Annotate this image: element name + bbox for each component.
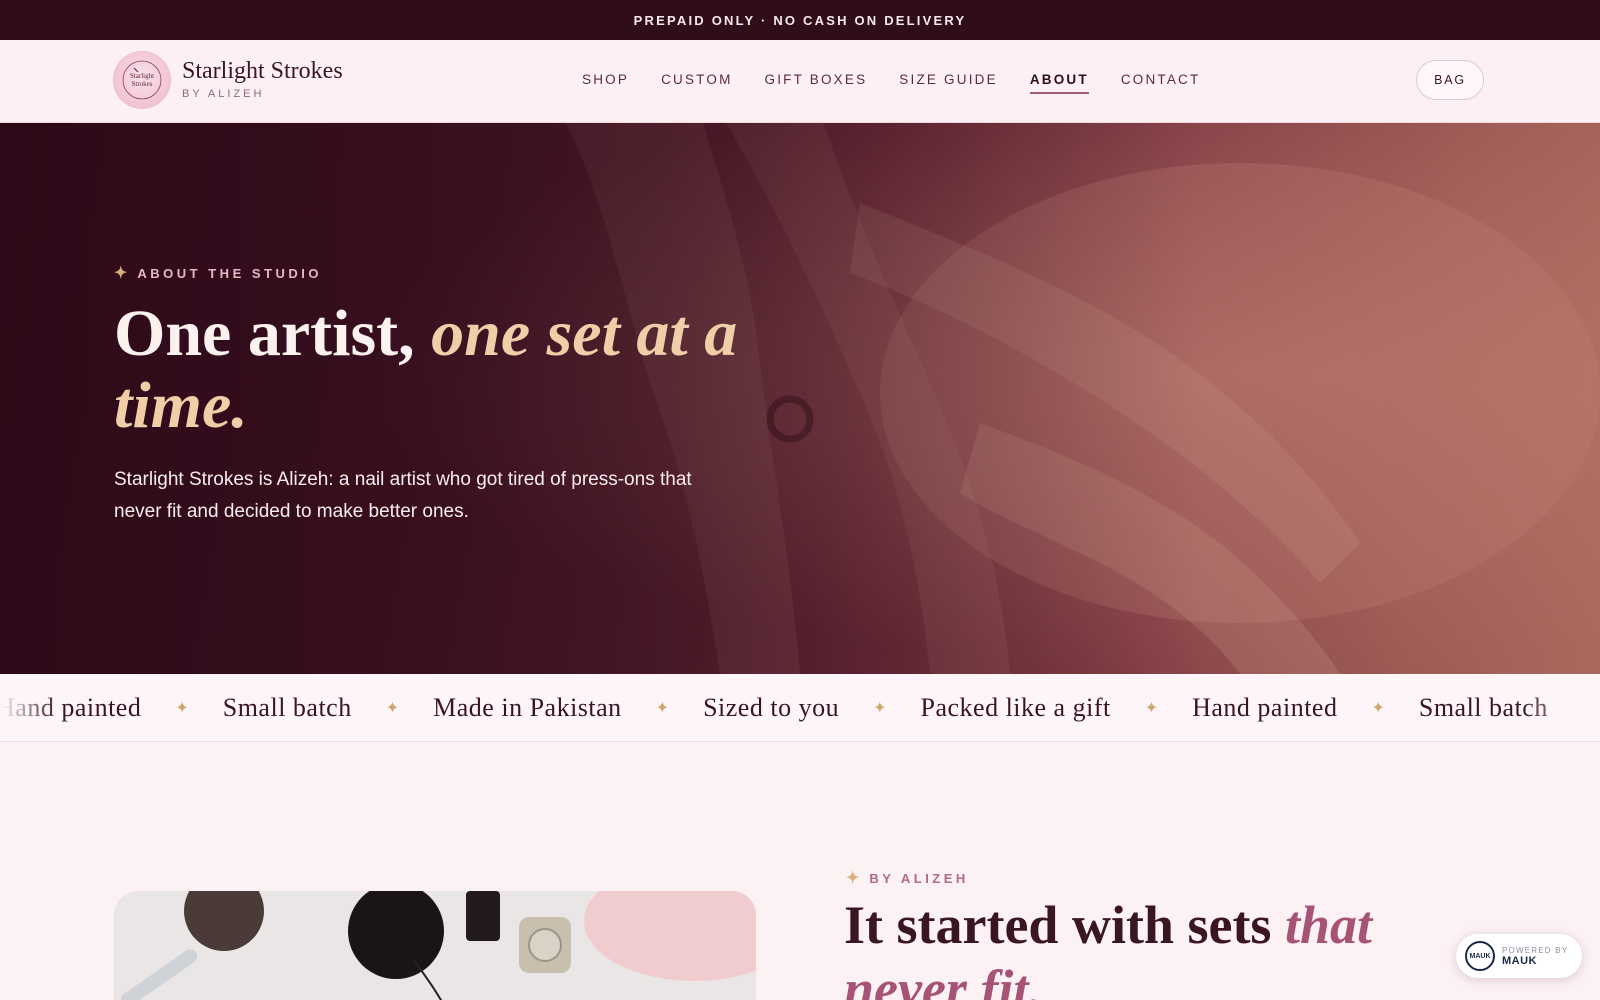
story-eyebrow: ✦ BY ALIZEH [846, 868, 969, 888]
sparkle-icon: ✦ [114, 265, 128, 282]
hero-title-plain: One artist, [114, 297, 432, 370]
marquee-item: Hand painted [1192, 693, 1338, 722]
marquee-item: Made in Pakistan [433, 693, 622, 722]
svg-text:Starlight: Starlight [130, 72, 154, 80]
nav-about[interactable]: ABOUT [1029, 72, 1089, 94]
nav-contact[interactable]: CONTACT [1121, 72, 1201, 94]
nav-custom[interactable]: CUSTOM [661, 72, 732, 94]
story-eyebrow-text: BY ALIZEH [869, 870, 969, 886]
powered-by-badge[interactable]: MAUK POWERED BY MAUK [1456, 934, 1582, 978]
nav-shop[interactable]: SHOP [582, 72, 629, 94]
hero-eyebrow: ✦ ABOUT THE STUDIO [114, 263, 322, 283]
marquee-item: Small batch [222, 693, 352, 722]
story-title-plain: It started with sets [844, 895, 1285, 955]
nav-gift-boxes[interactable]: GIFT BOXES [765, 72, 868, 94]
hero-description: Starlight Strokes is Alizeh: a nail arti… [114, 469, 692, 522]
sparkle-icon: ✦ [846, 870, 860, 887]
sparkle-icon: ✦ [873, 700, 887, 717]
powered-by-label: POWERED BY [1502, 945, 1569, 955]
marquee-track: Hand painted ✦ Small batch ✦ Made in Pak… [0, 674, 1548, 741]
marquee-item: Sized to you [703, 693, 840, 722]
powered-by-text: POWERED BY MAUK [1502, 946, 1568, 967]
site-header: Starlight Strokes Starlight Strokes BY A… [0, 40, 1600, 123]
powered-by-brand: MAUK [1502, 954, 1537, 967]
sparkle-icon: ✦ [385, 700, 400, 717]
sparkle-icon: ✦ [175, 700, 189, 717]
marquee-fade-right [1520, 674, 1600, 741]
sparkle-icon: ✦ [655, 700, 670, 717]
nail-supplies-photo [114, 891, 756, 1000]
svg-text:Strokes: Strokes [132, 80, 153, 88]
story-title: It started with sets that never fit. [844, 893, 1484, 1000]
announcement-text: PREPAID ONLY · NO CASH ON DELIVERY [633, 12, 967, 28]
nail-supplies-image [114, 891, 756, 1000]
sparkle-icon: ✦ [1371, 700, 1385, 717]
announcement-bar: PREPAID ONLY · NO CASH ON DELIVERY [0, 0, 1600, 40]
bag-button[interactable]: BAG [1416, 60, 1484, 100]
brand-name[interactable]: Starlight Strokes [182, 58, 343, 85]
sparkle-icon: ✦ [1144, 700, 1159, 717]
brand-logo[interactable]: Starlight Strokes [114, 52, 170, 108]
hero-title: One artist, one set at a time. [114, 298, 814, 442]
marquee-item: Packed like a gift [920, 693, 1111, 722]
brand-tagline: BY ALIZEH [182, 88, 265, 100]
brand-logo-icon: Starlight Strokes [122, 60, 162, 100]
hero-eyebrow-text: ABOUT THE STUDIO [137, 265, 322, 281]
main-nav: SHOP CUSTOM GIFT BOXES SIZE GUIDE ABOUT … [582, 72, 1232, 94]
mauk-logo-icon: MAUK [1465, 941, 1495, 971]
feature-marquee: Hand painted ✦ Small batch ✦ Made in Pak… [0, 674, 1600, 742]
marquee-fade-left [0, 674, 60, 741]
nav-size-guide[interactable]: SIZE GUIDE [899, 72, 998, 94]
hero-section: ✦ ABOUT THE STUDIO One artist, one set a… [0, 123, 1600, 674]
